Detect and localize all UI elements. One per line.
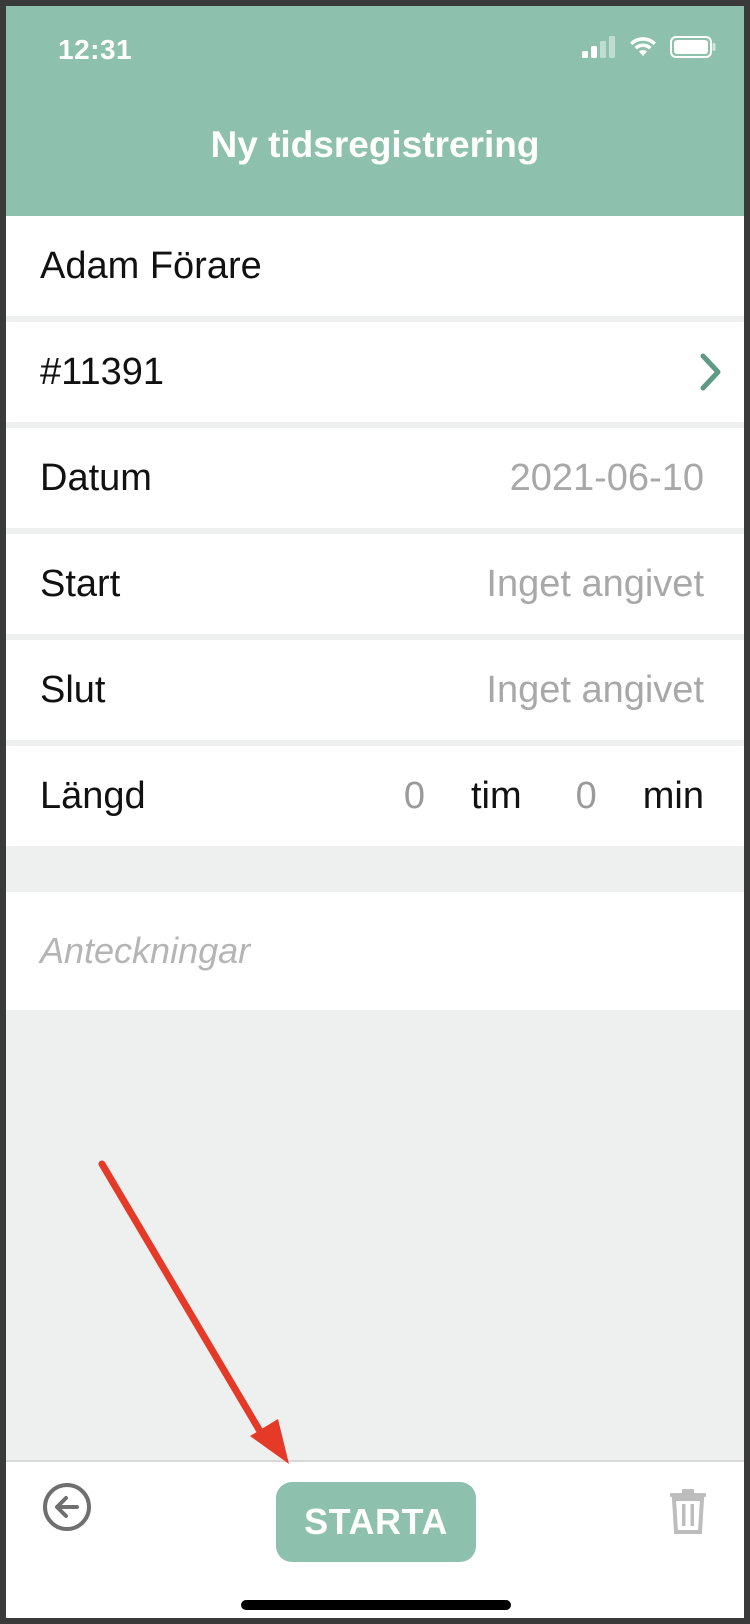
date-label: Datum [40, 456, 152, 499]
driver-name: Adam Förare [40, 244, 262, 287]
length-hours-input[interactable]: 0 [404, 775, 425, 818]
date-row[interactable]: Datum 2021-06-10 [6, 428, 744, 528]
header: 12:31 Ny tidsregistrering [6, 6, 744, 216]
home-indicator [241, 1600, 511, 1610]
length-label: Längd [40, 774, 146, 817]
end-row[interactable]: Slut Inget angivet [6, 640, 744, 740]
battery-icon [670, 36, 716, 58]
end-value: Inget angivet [486, 668, 704, 711]
notes-field[interactable]: Anteckningar [6, 892, 744, 1010]
start-value: Inget angivet [486, 562, 704, 605]
order-number: #11391 [40, 350, 164, 393]
length-values: 0 tim 0 min [404, 775, 704, 818]
wifi-icon [630, 37, 656, 56]
page-title: Ny tidsregistrering [210, 124, 540, 165]
chevron-right-icon [700, 353, 721, 391]
status-icons [582, 36, 716, 58]
driver-row[interactable]: Adam Förare [6, 216, 744, 316]
date-value: 2021-06-10 [509, 456, 704, 499]
order-row[interactable]: #11391 [6, 322, 744, 422]
length-hours-unit: tim [470, 774, 522, 817]
signal-icon [582, 36, 615, 58]
end-label: Slut [40, 668, 106, 711]
bottom-toolbar: STARTA [6, 1460, 744, 1618]
start-label: Start [40, 562, 121, 605]
length-minutes-unit: min [642, 774, 704, 817]
status-time: 12:31 [58, 34, 133, 65]
form-list: Adam Förare #11391 Datum 2021-06-10 Star… [6, 216, 744, 1010]
length-minutes-input[interactable]: 0 [576, 775, 597, 818]
section-gap [6, 852, 744, 892]
length-row: Längd 0 tim 0 min [6, 746, 744, 846]
start-row[interactable]: Start Inget angivet [6, 534, 744, 634]
back-arrow-icon[interactable] [42, 1482, 92, 1532]
trash-icon[interactable] [668, 1488, 708, 1534]
start-button[interactable]: STARTA [276, 1482, 476, 1562]
app-frame: 12:31 Ny tidsregistrering Adam Förare #1… [0, 0, 750, 1624]
notes-placeholder: Anteckningar [40, 930, 251, 971]
